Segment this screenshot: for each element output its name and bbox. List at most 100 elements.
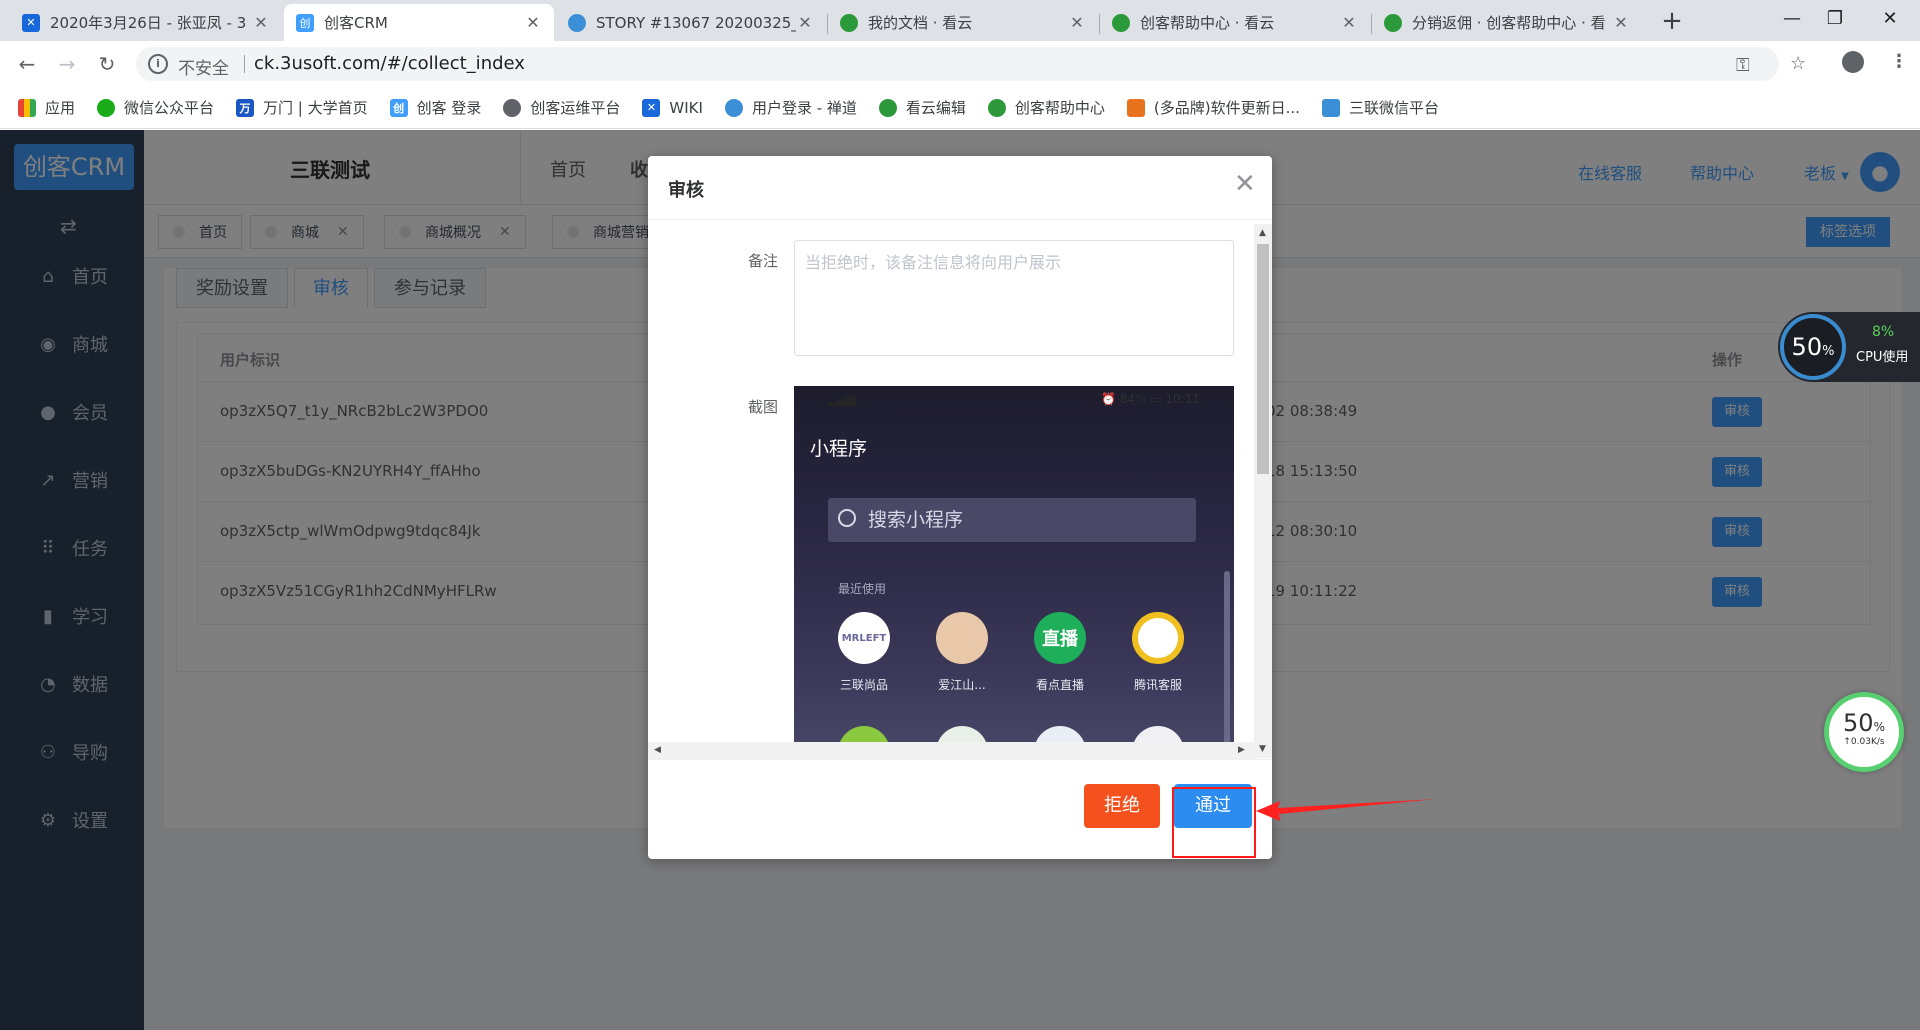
browser-toolbar: ← → ↻ i 不安全 ck.3usoft.com/#/collect_inde… <box>0 41 1920 87</box>
bookmark-apps[interactable]: 应用 <box>18 97 75 118</box>
bookmark-item[interactable]: 用户登录 - 禅道 <box>724 97 857 118</box>
sanlian-icon <box>1321 98 1340 117</box>
mini-app-name: 三联尚品 <box>839 678 888 692</box>
browser-tab[interactable]: 创客帮助中心 · 看云 ✕ <box>1100 4 1370 41</box>
scroll-right-icon[interactable]: ▶ <box>1238 745 1245 755</box>
mini-app: 直播 看点直播 <box>1020 612 1100 693</box>
bookmark-item[interactable]: 万万门 | 大学首页 <box>236 97 368 118</box>
browser-tab[interactable]: 分销返佣 · 创客帮助中心 · 看 ✕ <box>1372 4 1642 41</box>
close-window-button[interactable]: ✕ <box>1860 0 1920 38</box>
bookmark-label: 创客运维平台 <box>530 99 621 117</box>
close-icon[interactable]: ✕ <box>252 13 270 32</box>
horizontal-scrollbar[interactable]: ◀ ▶ <box>648 742 1254 760</box>
browser-tab-title: 分销返佣 · 创客帮助中心 · 看 <box>1412 14 1606 32</box>
divider <box>244 55 245 73</box>
phone-title: 小程序 <box>810 438 868 460</box>
menu-icon[interactable]: ⋮ <box>1890 51 1908 72</box>
remark-label: 备注 <box>747 252 778 270</box>
insecure-label[interactable]: 不安全 <box>178 54 229 79</box>
address-bar[interactable]: i 不安全 ck.3usoft.com/#/collect_index ⚿ <box>136 47 1779 81</box>
phone-scrollbar <box>1224 571 1230 759</box>
close-icon[interactable]: ✕ <box>796 13 814 32</box>
bookmark-item[interactable]: (多品牌)软件更新日... <box>1126 97 1300 118</box>
key-icon[interactable]: ⚿ <box>1736 55 1750 76</box>
vertical-scrollbar[interactable]: ▲ ▼ <box>1254 224 1272 758</box>
scroll-up-icon[interactable]: ▲ <box>1259 228 1266 238</box>
portrait-icon <box>936 612 988 664</box>
scroll-left-icon[interactable]: ◀ <box>654 745 661 755</box>
percent-sign: % <box>1822 344 1835 359</box>
scroll-down-icon[interactable]: ▼ <box>1259 744 1266 754</box>
close-icon[interactable]: ✕ <box>524 13 542 32</box>
bookmark-item[interactable]: 创创客 登录 <box>389 97 482 118</box>
scrollbar-thumb[interactable] <box>1257 244 1269 474</box>
zentao-icon <box>568 13 586 32</box>
cpu-label: CPU使用 <box>1856 350 1909 365</box>
remark-textarea[interactable] <box>794 240 1234 356</box>
info-icon[interactable]: i <box>148 54 168 74</box>
percent-sign: % <box>1873 720 1885 734</box>
forward-button[interactable]: → <box>52 49 82 79</box>
bookmark-label: 微信公众平台 <box>124 99 215 117</box>
browser-tab[interactable]: STORY #13067 20200325_ ✕ <box>556 4 826 41</box>
confluence-icon: ✕ <box>22 13 40 32</box>
star-icon[interactable]: ☆ <box>1790 53 1806 74</box>
mini-app-name: 腾讯客服 <box>1133 678 1182 692</box>
url-text[interactable]: ck.3usoft.com/#/collect_index <box>254 53 525 74</box>
mini-app-icon: MRLEFT <box>838 612 890 664</box>
signal-icon: ▂▄▆ <box>828 392 856 406</box>
phone-search: 搜索小程序 <box>828 498 1196 542</box>
browser-tab-active[interactable]: 创 创客CRM ✕ <box>284 4 554 41</box>
annotation-arrow <box>1256 799 1436 821</box>
apps-grid-icon <box>18 98 36 117</box>
recent-label: 最近使用 <box>838 582 887 596</box>
network-monitor-widget[interactable]: 50% ↑0.03K/s <box>1824 692 1904 772</box>
crm-favicon: 创 <box>389 98 408 117</box>
bookmark-label: 创客帮助中心 <box>1014 99 1105 117</box>
bookmark-item[interactable]: 创客帮助中心 <box>987 97 1105 118</box>
wechat-icon <box>97 98 116 117</box>
review-dialog: 审核 ✕ 备注 截图 ▂▄▆ ⏰ 84% ▭ 10:11 小程序 搜索小程序 最… <box>648 156 1272 859</box>
bookmark-label: 万门 | 大学首页 <box>263 99 368 117</box>
bookmark-label: 创客 登录 <box>416 99 482 117</box>
bookmark-item[interactable]: 看云编辑 <box>878 97 966 118</box>
dialog-title: 审核 <box>668 180 704 201</box>
cpu-ring-value: 50 <box>1791 333 1823 361</box>
bookmark-label: 用户登录 - 禅道 <box>751 99 857 117</box>
net-ring: 50% <box>1829 709 1899 737</box>
reject-button[interactable]: 拒绝 <box>1084 784 1160 828</box>
reload-button[interactable]: ↻ <box>92 49 122 79</box>
browser-tab[interactable]: 我的文档 · 看云 ✕ <box>828 4 1098 41</box>
cpu-monitor-widget[interactable]: 50% 8% CPU使用 <box>1778 312 1920 382</box>
dialog-body[interactable]: 备注 截图 ▂▄▆ ⏰ 84% ▭ 10:11 小程序 搜索小程序 最近使用 M… <box>648 220 1272 760</box>
cpu-percent: 8% <box>1872 324 1895 340</box>
browser-tab[interactable]: ✕ 2020年3月26日 - 张亚凤 - 3 ✕ <box>10 4 282 41</box>
tencent-service-icon <box>1132 612 1184 664</box>
bookmark-label: (多品牌)软件更新日... <box>1153 99 1300 117</box>
profile-icon[interactable] <box>1842 51 1864 73</box>
crm-favicon: 创 <box>296 13 314 32</box>
kancloud-icon <box>1384 13 1402 32</box>
bookmark-item[interactable]: 微信公众平台 <box>97 97 214 118</box>
mini-app: MRLEFT 三联尚品 <box>824 612 904 693</box>
wanmen-icon: 万 <box>236 98 255 117</box>
dialog-header: 审核 ✕ <box>648 156 1272 220</box>
bookmark-item[interactable]: 创客运维平台 <box>503 97 620 118</box>
bookmark-item[interactable]: ✕ WIKI <box>642 98 703 117</box>
back-button[interactable]: ← <box>12 49 42 79</box>
restore-button[interactable]: ❐ <box>1805 0 1865 38</box>
mini-app-name: 爱江山... <box>938 678 986 692</box>
close-icon[interactable]: ✕ <box>1068 13 1086 32</box>
new-tab-button[interactable]: + <box>1655 6 1689 36</box>
net-ring-value: 50 <box>1843 709 1874 737</box>
mini-app-icon: 直播 <box>1034 612 1086 664</box>
close-icon[interactable]: ✕ <box>1340 13 1358 32</box>
browser-tab-title: 2020年3月26日 - 张亚凤 - 3 <box>50 14 247 32</box>
zentao-icon <box>724 98 743 117</box>
browser-tab-strip: ✕ 2020年3月26日 - 张亚凤 - 3 ✕ 创 创客CRM ✕ STORY… <box>0 0 1920 41</box>
kancloud-icon <box>1112 13 1130 32</box>
bookmark-item[interactable]: 三联微信平台 <box>1321 97 1439 118</box>
close-icon[interactable]: ✕ <box>1234 170 1256 198</box>
screenshot-label: 截图 <box>747 398 778 416</box>
close-icon[interactable]: ✕ <box>1612 13 1630 32</box>
